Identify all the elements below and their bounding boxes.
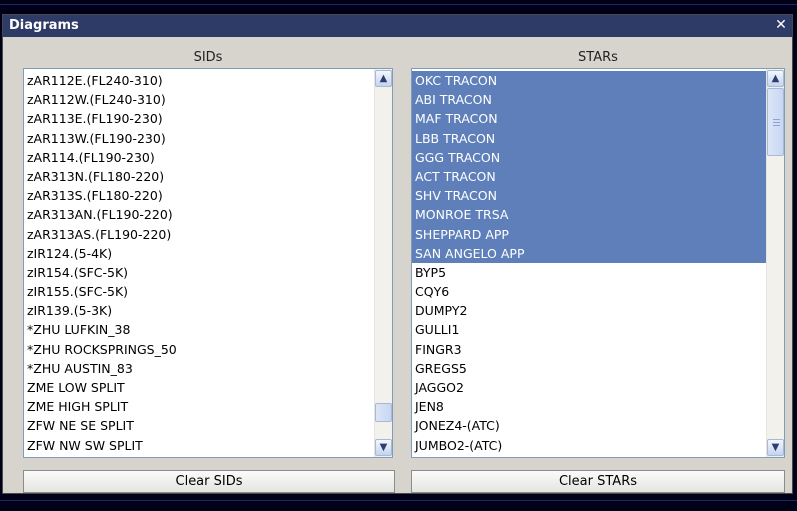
list-item[interactable]: DUMPY2: [412, 301, 766, 320]
list-item[interactable]: GGG TRACON: [412, 147, 766, 167]
clear-sids-button[interactable]: Clear SIDs: [23, 470, 395, 493]
list-item[interactable]: zAR313N.(FL180-220): [24, 167, 374, 186]
sids-list: zAR112E.(FL240-310) zAR112W.(FL240-310) zA…: [24, 71, 374, 455]
list-item[interactable]: ZME LOW SPLIT: [24, 378, 374, 397]
list-item[interactable]: FINGR3: [412, 340, 766, 359]
list-item[interactable]: ZME HIGH SPLIT: [24, 397, 374, 416]
diagrams-dialog: Diagrams ✕ SIDs STARs zAR112E.(FL240-310…: [2, 14, 793, 494]
background-line: [0, 500, 797, 501]
list-item[interactable]: LBB TRACON: [412, 128, 766, 148]
list-item[interactable]: zIR124.(5-4K): [24, 244, 374, 263]
list-item[interactable]: *ZHU LUFKIN_38: [24, 320, 374, 339]
list-item[interactable]: zAR313AS.(FL190-220): [24, 225, 374, 244]
scroll-down-arrow-icon[interactable]: ▼: [767, 439, 784, 456]
list-item[interactable]: GREGS5: [412, 359, 766, 378]
window-title: Diagrams: [9, 18, 79, 33]
scrollbar-thumb[interactable]: [767, 88, 784, 156]
list-item[interactable]: SAN ANGELO APP: [412, 243, 766, 263]
list-item[interactable]: zAR113E.(FL190-230): [24, 109, 374, 128]
scroll-down-arrow-icon[interactable]: ▼: [375, 439, 392, 456]
list-item[interactable]: zAR113W.(FL190-230): [24, 129, 374, 148]
list-item[interactable]: ACT TRACON: [412, 166, 766, 187]
list-item[interactable]: OKC TRACON: [412, 71, 766, 91]
scrollbar-thumb[interactable]: [375, 403, 392, 422]
background-line: [0, 4, 797, 5]
list-item[interactable]: zAR114.(FL190-230): [24, 148, 374, 167]
list-item[interactable]: MONROE TRSA: [412, 205, 766, 225]
list-item[interactable]: zAR313AN.(FL190-220): [24, 205, 374, 224]
sids-listbox[interactable]: zAR112E.(FL240-310) zAR112W.(FL240-310) zA…: [23, 68, 393, 458]
list-item[interactable]: ZFW NW SW SPLIT: [24, 436, 374, 455]
clear-stars-button[interactable]: Clear STARs: [411, 470, 785, 493]
scroll-up-arrow-icon[interactable]: ▲: [767, 70, 784, 87]
list-item[interactable]: zIR154.(SFC-5K): [24, 263, 374, 282]
sids-header: SIDs: [193, 50, 223, 65]
list-item[interactable]: zIR155.(SFC-5K): [24, 282, 374, 301]
list-item[interactable]: CQY6: [412, 282, 766, 301]
list-item[interactable]: *ZHU ROCKSPRINGS_50: [24, 340, 374, 359]
stars-header: STARs: [578, 50, 618, 65]
list-item[interactable]: MAF TRACON: [412, 109, 766, 129]
list-item[interactable]: SHEPPARD APP: [412, 224, 766, 244]
list-item[interactable]: BYP5: [412, 263, 766, 282]
list-item[interactable]: JUMBO2-(ATC): [412, 436, 766, 455]
list-item[interactable]: ABI TRACON: [412, 90, 766, 110]
stars-scrollbar[interactable]: ▲ ▼: [766, 69, 784, 457]
list-item[interactable]: JEN8: [412, 397, 766, 416]
sids-scrollbar[interactable]: ▲ ▼: [374, 69, 392, 457]
list-item[interactable]: ZFW NE SE SPLIT: [24, 416, 374, 435]
list-item[interactable]: zAR112E.(FL240-310): [24, 71, 374, 90]
list-item[interactable]: SHV TRACON: [412, 186, 766, 206]
title-bar[interactable]: Diagrams ✕: [3, 15, 792, 37]
scrollbar-grip: [773, 125, 780, 126]
list-item[interactable]: zAR313S.(FL180-220): [24, 186, 374, 205]
close-icon[interactable]: ✕: [774, 18, 788, 32]
list-item[interactable]: *ZHU AUSTIN_83: [24, 359, 374, 378]
list-item[interactable]: JAGGO2: [412, 378, 766, 397]
stars-listbox[interactable]: OKC TRACON ABI TRACON MAF TRACON LBB TRACON…: [411, 68, 785, 458]
scrollbar-grip: [773, 119, 780, 120]
list-item[interactable]: zIR139.(5-3K): [24, 301, 374, 320]
scroll-up-arrow-icon[interactable]: ▲: [375, 70, 392, 87]
scrollbar-grip: [773, 122, 780, 123]
list-item[interactable]: JONEZ4-(ATC): [412, 416, 766, 435]
list-item[interactable]: zAR112W.(FL240-310): [24, 90, 374, 109]
stars-list: OKC TRACON ABI TRACON MAF TRACON LBB TRACON…: [412, 71, 766, 455]
list-item[interactable]: GULLI1: [412, 320, 766, 339]
